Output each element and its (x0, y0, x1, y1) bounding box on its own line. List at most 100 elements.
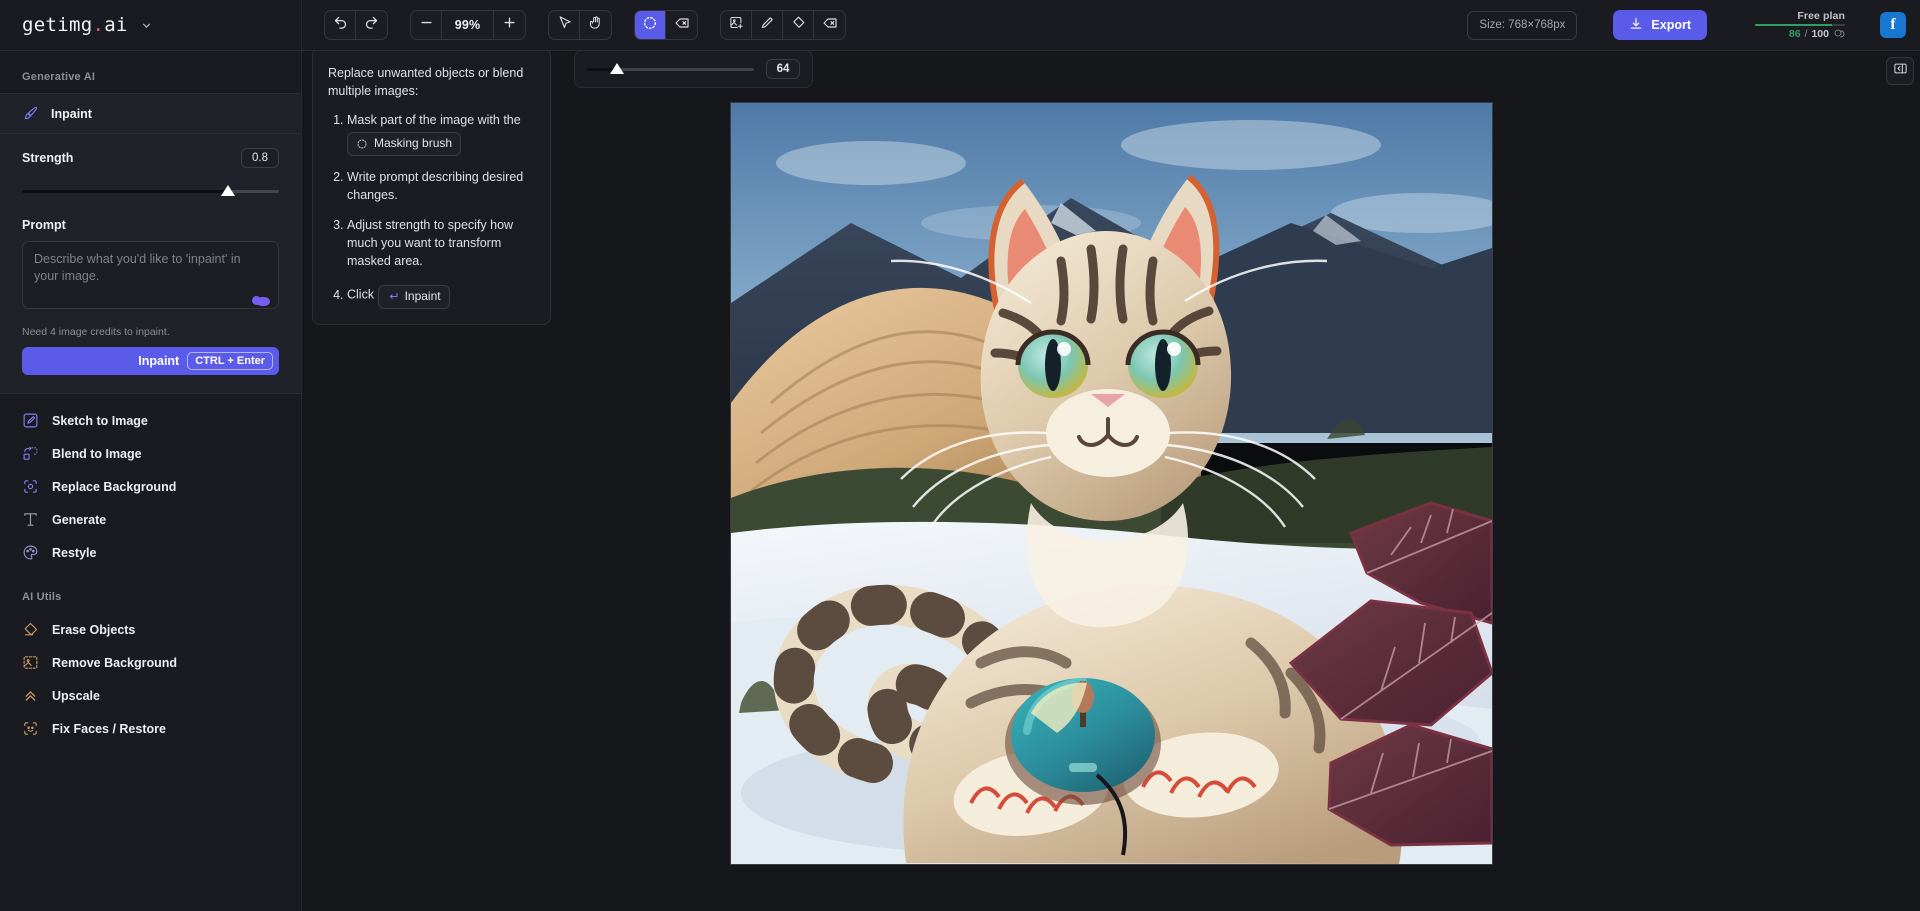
sidebar-item-sketch-to-image[interactable]: Sketch to Image (0, 404, 301, 437)
sidebar-item-fix-faces-restore[interactable]: Fix Faces / Restore (0, 712, 301, 745)
sidebar-item-erase-objects[interactable]: Erase Objects (0, 613, 301, 646)
sidebar-item-upscale[interactable]: Upscale (0, 679, 301, 712)
plan-widget[interactable]: Free plan 86 / 100 (1755, 10, 1845, 40)
canvas-area[interactable]: Replace unwanted objects or blend multip… (302, 51, 1920, 911)
dashed-circle-brush-icon (642, 15, 658, 36)
mask-eraser-button[interactable] (666, 11, 697, 39)
section-title-utils: AI Utils (0, 585, 301, 613)
utils-nav-list: Erase Objects Remove Background Upscale Fix… (0, 613, 301, 745)
brush-size-value[interactable]: 64 (766, 59, 800, 79)
zoom-level-label[interactable]: 99% (442, 11, 494, 39)
pencil-button[interactable] (752, 11, 783, 39)
chevron-down-icon[interactable] (140, 19, 153, 32)
facebook-icon[interactable]: f (1880, 12, 1906, 38)
help-step-4-text: Click (347, 288, 374, 302)
sketch-to-image-icon (22, 412, 39, 429)
undo-icon (333, 15, 348, 35)
plan-label: Free plan (1797, 10, 1845, 22)
strength-label: Strength (22, 151, 73, 165)
add-image-button[interactable] (721, 11, 752, 39)
inpaint-brush-icon (22, 105, 39, 122)
inpaint-submit-button[interactable]: Inpaint CTRL + Enter (22, 347, 279, 375)
minus-icon (419, 15, 434, 35)
artwork-illustration (731, 103, 1492, 864)
masking-brush-chip[interactable]: Masking brush (347, 132, 461, 155)
pan-tool-button[interactable] (580, 11, 611, 39)
undo-button[interactable] (325, 11, 356, 39)
sidebar-item-label: Replace Background (52, 480, 176, 494)
strength-slider[interactable] (22, 182, 279, 200)
redo-button[interactable] (356, 11, 387, 39)
select-tool-button[interactable] (549, 11, 580, 39)
prompt-input[interactable] (22, 241, 279, 309)
strength-value[interactable]: 0.8 (241, 148, 279, 168)
app-root: getimg.ai (0, 0, 1920, 911)
sidebar-item-label: Remove Background (52, 656, 177, 670)
eraser-icon (791, 15, 806, 35)
inpaint-chip[interactable]: Inpaint (378, 285, 450, 308)
credit-cost-icon (256, 297, 270, 306)
hand-icon (588, 15, 603, 35)
help-card: Replace unwanted objects or blend multip… (312, 51, 551, 325)
credits-used: 86 (1789, 28, 1801, 40)
fix-faces-icon (22, 720, 39, 737)
app-logo[interactable]: getimg.ai (22, 14, 128, 36)
erase-objects-icon (22, 621, 39, 638)
masking-brush-button[interactable] (635, 11, 666, 39)
strength-row: Strength 0.8 (22, 148, 279, 168)
credits-separator: / (1805, 28, 1808, 40)
sidebar-item-label: Upscale (52, 689, 100, 703)
remove-background-icon (22, 654, 39, 671)
help-step-3: Adjust strength to specify how much you … (347, 216, 535, 270)
section-title-generative: Generative AI (0, 65, 301, 93)
sidebar-item-label: Generate (52, 513, 106, 527)
top-toolbar: getimg.ai (0, 0, 1920, 51)
inpaint-chip-label: Inpaint (405, 288, 441, 305)
inpaint-panel-title: Inpaint (51, 107, 92, 121)
credits-total: 100 (1811, 28, 1829, 40)
zoom-out-button[interactable] (411, 11, 442, 39)
image-size-chip[interactable]: Size: 768×768px (1467, 11, 1577, 40)
prompt-wrapper (22, 241, 279, 314)
export-button[interactable]: Export (1613, 10, 1707, 40)
mask-group (634, 10, 698, 40)
add-image-icon (729, 15, 744, 35)
inpaint-panel-header[interactable]: Inpaint (0, 94, 301, 134)
main-body: Generative AI Inpaint Strength 0.8 (0, 51, 1920, 911)
brush-size-slider[interactable] (587, 61, 754, 77)
inpaint-panel: Inpaint Strength 0.8 Prompt (0, 93, 301, 394)
help-step-4: Click Inpaint (347, 282, 535, 308)
help-intro: Replace unwanted objects or blend multip… (328, 64, 535, 100)
brand-zone: getimg.ai (0, 0, 302, 50)
generative-nav-list: Sketch to Image Blend to Image Replace Bac… (0, 404, 301, 569)
strength-slider-fill (22, 190, 228, 193)
zoom-group: 99% (410, 10, 526, 40)
export-label: Export (1651, 18, 1691, 32)
eraser-button[interactable] (783, 11, 814, 39)
text-generate-icon (22, 511, 39, 528)
sidebar-item-label: Blend to Image (52, 447, 142, 461)
credits-note: Need 4 image credits to inpaint. (22, 326, 279, 338)
credits-coin-icon (1833, 28, 1845, 40)
sidebar-item-restyle[interactable]: Restyle (0, 536, 301, 569)
sidebar-item-blend-to-image[interactable]: Blend to Image (0, 437, 301, 470)
strength-slider-thumb[interactable] (221, 185, 235, 196)
sidebar-item-replace-background[interactable]: Replace Background (0, 470, 301, 503)
collapse-right-panel-icon (1893, 61, 1908, 81)
canvas-image[interactable] (731, 103, 1492, 864)
download-icon (1629, 17, 1643, 34)
sidebar-item-remove-background[interactable]: Remove Background (0, 646, 301, 679)
delete-button[interactable] (814, 11, 845, 39)
brush-size-popover: 64 (574, 51, 813, 88)
help-step-1: Mask part of the image with the Masking … (347, 111, 535, 156)
masking-brush-chip-label: Masking brush (374, 135, 452, 152)
history-group (324, 10, 388, 40)
collapse-right-panel-button[interactable] (1886, 57, 1914, 85)
brush-slider-thumb[interactable] (610, 63, 624, 74)
help-step-1-text: Mask part of the image with the (347, 113, 521, 127)
zoom-in-button[interactable] (494, 11, 525, 39)
sidebar-item-generate[interactable]: Generate (0, 503, 301, 536)
sidebar-item-label: Erase Objects (52, 623, 135, 637)
edit-group (720, 10, 846, 40)
redo-icon (364, 15, 379, 35)
